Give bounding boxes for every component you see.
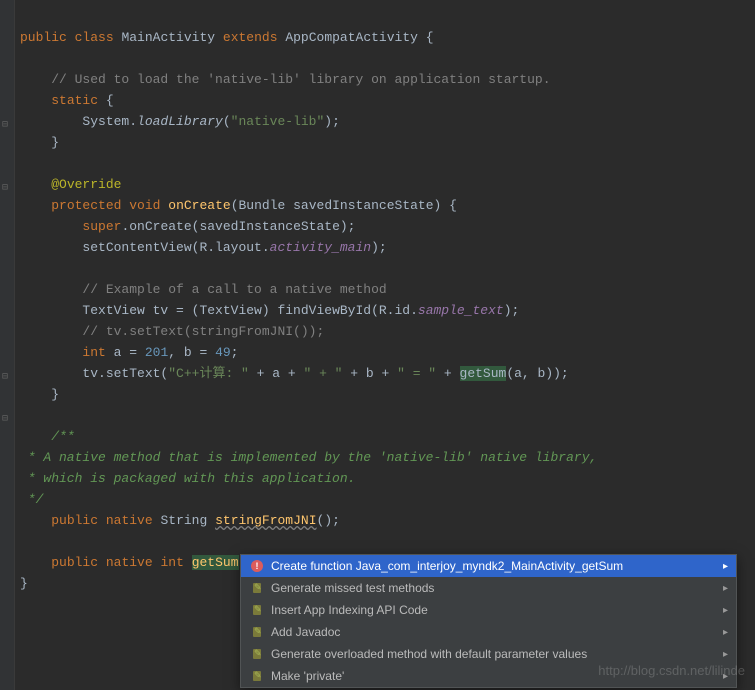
- keyword-extends: extends: [223, 30, 278, 45]
- code-text: (a, b));: [506, 366, 568, 381]
- code-text: , b =: [168, 345, 215, 360]
- code-text: a =: [106, 345, 145, 360]
- javadoc: /**: [51, 429, 74, 444]
- menu-item-generate-overload[interactable]: Generate overloaded method with default …: [241, 643, 736, 665]
- menu-item-label: Add Javadoc: [271, 625, 340, 639]
- javadoc: * A native method that is implemented by…: [20, 450, 597, 465]
- intention-icon: [249, 580, 265, 596]
- string-literal: "native-lib": [231, 114, 325, 129]
- method-name-highlighted: getSum: [192, 555, 239, 570]
- gutter: ⊟ ⊟ ⊟ ⊟: [0, 0, 15, 690]
- brace: }: [51, 135, 59, 150]
- method-call-highlighted: getSum: [460, 366, 507, 381]
- string-literal: "C++计算: ": [168, 366, 249, 381]
- gutter-fold-icon[interactable]: ⊟: [2, 119, 12, 129]
- number-literal: 49: [215, 345, 231, 360]
- menu-item-label: Create function Java_com_interjoy_myndk2…: [271, 559, 623, 573]
- menu-item-label: Generate missed test methods: [271, 581, 434, 595]
- javadoc: */: [20, 492, 43, 507]
- keyword-int: int: [160, 555, 183, 570]
- code-text: + b +: [342, 366, 397, 381]
- code-text: System.: [82, 114, 137, 129]
- keyword-int: int: [82, 345, 105, 360]
- code-text: TextView tv = (TextView) findViewById(R.…: [82, 303, 417, 318]
- menu-item-label: Insert App Indexing API Code: [271, 603, 428, 617]
- code-text: );: [504, 303, 520, 318]
- code-text: ();: [317, 513, 340, 528]
- keyword-super: super: [82, 219, 121, 234]
- keyword-native: native: [106, 513, 153, 528]
- string-literal: " + ": [303, 366, 342, 381]
- comment: // Example of a call to a native method: [82, 282, 386, 297]
- class-name: MainActivity: [121, 30, 215, 45]
- keyword-public: public: [20, 30, 67, 45]
- params: (Bundle savedInstanceState) {: [231, 198, 457, 213]
- method-name: stringFromJNI: [215, 513, 316, 528]
- field-ref: activity_main: [270, 240, 371, 255]
- gutter-fold-icon[interactable]: ⊟: [2, 371, 12, 381]
- annotation: @Override: [51, 177, 121, 192]
- intention-icon: [249, 624, 265, 640]
- code-text: );: [371, 240, 387, 255]
- keyword-protected: protected: [51, 198, 121, 213]
- menu-item-label: Make 'private': [271, 669, 344, 683]
- keyword-class: class: [75, 30, 114, 45]
- comment: // Used to load the 'native-lib' library…: [51, 72, 550, 87]
- submenu-arrow-icon: ▸: [723, 605, 728, 616]
- brace: }: [20, 576, 28, 591]
- intention-actions-popup: ! Create function Java_com_interjoy_mynd…: [240, 554, 737, 688]
- submenu-arrow-icon: ▸: [723, 561, 728, 572]
- keyword-void: void: [129, 198, 160, 213]
- code-text: setContentView(R.layout.: [82, 240, 269, 255]
- parent-class: AppCompatActivity: [285, 30, 418, 45]
- menu-item-label: Generate overloaded method with default …: [271, 647, 587, 661]
- intention-icon: [249, 602, 265, 618]
- keyword-public: public: [51, 555, 98, 570]
- number-literal: 201: [145, 345, 168, 360]
- brace: }: [51, 387, 59, 402]
- code-text: tv.setText(: [82, 366, 168, 381]
- gutter-fold-icon[interactable]: ⊟: [2, 413, 12, 423]
- intention-icon: [249, 668, 265, 684]
- method-name: onCreate: [168, 198, 230, 213]
- code-text: + a +: [249, 366, 304, 381]
- brace: {: [418, 30, 434, 45]
- brace: {: [98, 93, 114, 108]
- code-text: .onCreate(savedInstanceState);: [121, 219, 355, 234]
- menu-item-app-indexing[interactable]: Insert App Indexing API Code ▸: [241, 599, 736, 621]
- menu-item-create-function[interactable]: ! Create function Java_com_interjoy_mynd…: [241, 555, 736, 577]
- field-ref: sample_text: [418, 303, 504, 318]
- method-call: loadLibrary: [137, 114, 223, 129]
- submenu-arrow-icon: ▸: [723, 649, 728, 660]
- string-literal: " = ": [397, 366, 436, 381]
- type: String: [160, 513, 207, 528]
- gutter-fold-icon[interactable]: ⊟: [2, 182, 12, 192]
- submenu-arrow-icon: ▸: [723, 583, 728, 594]
- code-text: ;: [231, 345, 239, 360]
- code-text: +: [436, 366, 459, 381]
- intention-icon: [249, 646, 265, 662]
- keyword-public: public: [51, 513, 98, 528]
- menu-item-make-private[interactable]: Make 'private' ▸: [241, 665, 736, 687]
- javadoc: * which is packaged with this applicatio…: [20, 471, 355, 486]
- keyword-native: native: [106, 555, 153, 570]
- submenu-arrow-icon: ▸: [723, 627, 728, 638]
- menu-item-generate-tests[interactable]: Generate missed test methods ▸: [241, 577, 736, 599]
- submenu-arrow-icon: ▸: [723, 671, 728, 682]
- comment: // tv.setText(stringFromJNI());: [82, 324, 324, 339]
- error-bulb-icon: !: [249, 558, 265, 574]
- menu-item-add-javadoc[interactable]: Add Javadoc ▸: [241, 621, 736, 643]
- keyword-static: static: [51, 93, 98, 108]
